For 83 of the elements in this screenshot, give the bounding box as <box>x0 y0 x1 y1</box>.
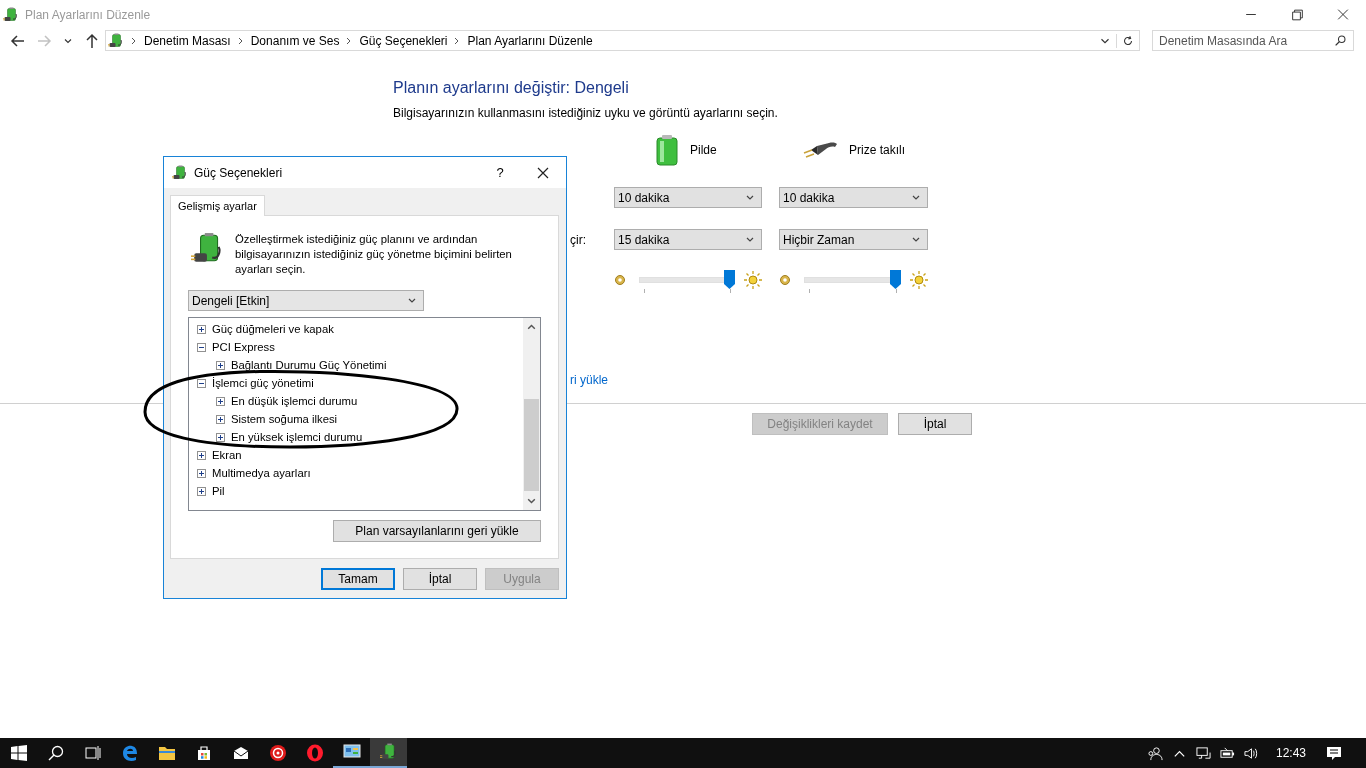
back-button[interactable] <box>10 32 26 49</box>
power-options-icon <box>379 743 398 761</box>
search-field[interactable]: Denetim Masasında Ara <box>1152 30 1354 51</box>
help-button[interactable]: ? <box>490 165 510 180</box>
breadcrumb-item[interactable]: Donanım ve Ses <box>250 33 340 48</box>
expand-icon[interactable] <box>197 450 206 460</box>
restore-defaults-button[interactable]: Plan varsayılanlarını geri yükle <box>333 520 541 542</box>
up-button[interactable] <box>84 32 100 49</box>
collapse-icon[interactable] <box>197 378 206 388</box>
tree-item[interactable]: Bağlantı Durumu Güç Yönetimi <box>231 359 387 371</box>
settings-tree[interactable]: Güç düğmeleri ve kapak PCI Express Bağlantı Durumu Güç Yönetimi İşlemci güç yönetimi En düşük işlemci durumu Sistem soğuma ilkesi En yüksek işlemci durumu Ekran Multimedya ayarları Pil <box>188 317 541 511</box>
dialog-title: Güç Seçenekleri <box>194 165 283 180</box>
tree-item[interactable]: Ekran <box>212 449 242 461</box>
setting-label: çir: <box>570 232 586 247</box>
location-icon <box>108 32 124 49</box>
column-heading: Prize takılı <box>849 143 905 157</box>
slider-thumb[interactable] <box>724 270 735 289</box>
volume-icon[interactable] <box>1244 745 1260 761</box>
cancel-button[interactable]: İptal <box>403 568 477 590</box>
column-heading: Pilde <box>690 143 717 157</box>
page-subtitle: Bilgisayarınızın kullanmasını istediğiniz uyku ve görüntü ayarlarını seçin. <box>393 106 779 120</box>
windows-icon <box>10 745 27 761</box>
dim-brightness-icon <box>614 274 626 286</box>
folder-icon <box>157 745 176 761</box>
breadcrumb-item[interactable]: Plan Ayarlarını Düzenle <box>467 33 593 48</box>
expand-icon[interactable] <box>197 324 206 334</box>
dim-brightness-icon <box>779 274 791 286</box>
tree-item[interactable]: Multimedya ayarları <box>212 467 311 479</box>
window-title: Plan Ayarlarını Düzenle <box>25 7 151 22</box>
edge-icon <box>120 744 139 762</box>
clock[interactable]: 12:43 <box>1275 746 1306 760</box>
ok-button[interactable]: Tamam <box>321 568 395 590</box>
tree-item[interactable]: PCI Express <box>212 341 275 353</box>
bright-sun-icon <box>910 271 928 289</box>
notification-icon[interactable] <box>1326 745 1342 761</box>
expand-icon[interactable] <box>216 396 225 406</box>
breadcrumb-item[interactable]: Güç Seçenekleri <box>359 33 448 48</box>
task-view-icon <box>84 745 101 761</box>
collapse-icon[interactable] <box>197 342 206 352</box>
expand-icon[interactable] <box>197 468 206 478</box>
page-heading: Planın ayarlarını değiştir: Dengeli <box>393 79 630 97</box>
app-icon <box>3 6 19 23</box>
chevron-right-icon <box>346 36 353 45</box>
plan-dropdown[interactable]: Dengeli [Etkin] <box>188 290 424 311</box>
tree-item[interactable]: İşlemci güç yönetimi <box>212 377 314 389</box>
restore-defaults-link[interactable]: ri yükle <box>570 373 608 387</box>
bright-sun-icon <box>744 271 762 289</box>
battery-plug-icon[interactable] <box>1220 745 1236 761</box>
network-icon[interactable] <box>1196 745 1212 761</box>
opera-icon <box>305 744 324 762</box>
battery-icon <box>656 134 678 166</box>
expand-icon[interactable] <box>216 432 225 442</box>
chevron-right-icon <box>454 36 461 45</box>
control-panel-icon <box>342 744 361 760</box>
people-icon[interactable] <box>1148 745 1164 761</box>
search-icon <box>1334 34 1347 47</box>
tree-item[interactable]: Sistem soğuma ilkesi <box>231 413 338 425</box>
dialog-icon <box>172 164 188 181</box>
shopping-bag-icon <box>195 745 212 761</box>
cancel-button[interactable]: İptal <box>898 413 972 435</box>
address-bar[interactable]: Denetim Masası Donanım ve Ses Güç Seçenekleri Plan Ayarlarını Düzenle <box>105 30 1140 51</box>
expand-icon[interactable] <box>216 360 225 370</box>
chevron-right-icon <box>131 36 137 45</box>
app-icon <box>268 744 287 762</box>
chevron-right-icon <box>237 36 244 45</box>
scrollbar[interactable] <box>523 318 540 510</box>
tab[interactable]: Gelişmiş ayarlar <box>170 195 265 216</box>
dropdown[interactable]: 10 dakika <box>779 187 928 208</box>
description-text: Özelleştirmek istediğiniz güç planını ve ardından bilgisayarınızın istediğiniz güç yönetme biçimini belirten ayarları seçin. <box>235 232 513 277</box>
breadcrumb-item[interactable]: Denetim Masası <box>144 33 231 48</box>
mail-icon <box>232 746 249 760</box>
tree-item[interactable]: Pil <box>212 485 225 497</box>
expand-icon[interactable] <box>216 414 225 424</box>
power-plug-icon <box>803 141 837 159</box>
dropdown[interactable]: 10 dakika <box>614 187 762 208</box>
slider-thumb[interactable] <box>890 270 901 289</box>
tree-item[interactable]: Güç düğmeleri ve kapak <box>212 323 334 335</box>
tree-item[interactable]: En düşük işlemci durumu <box>231 395 358 407</box>
tree-item[interactable]: En yüksek işlemci durumu <box>231 431 363 443</box>
expand-icon[interactable] <box>197 486 206 496</box>
dropdown[interactable]: 15 dakika <box>614 229 762 250</box>
search-icon <box>47 745 64 761</box>
dropdown[interactable]: Hiçbir Zaman <box>779 229 928 250</box>
